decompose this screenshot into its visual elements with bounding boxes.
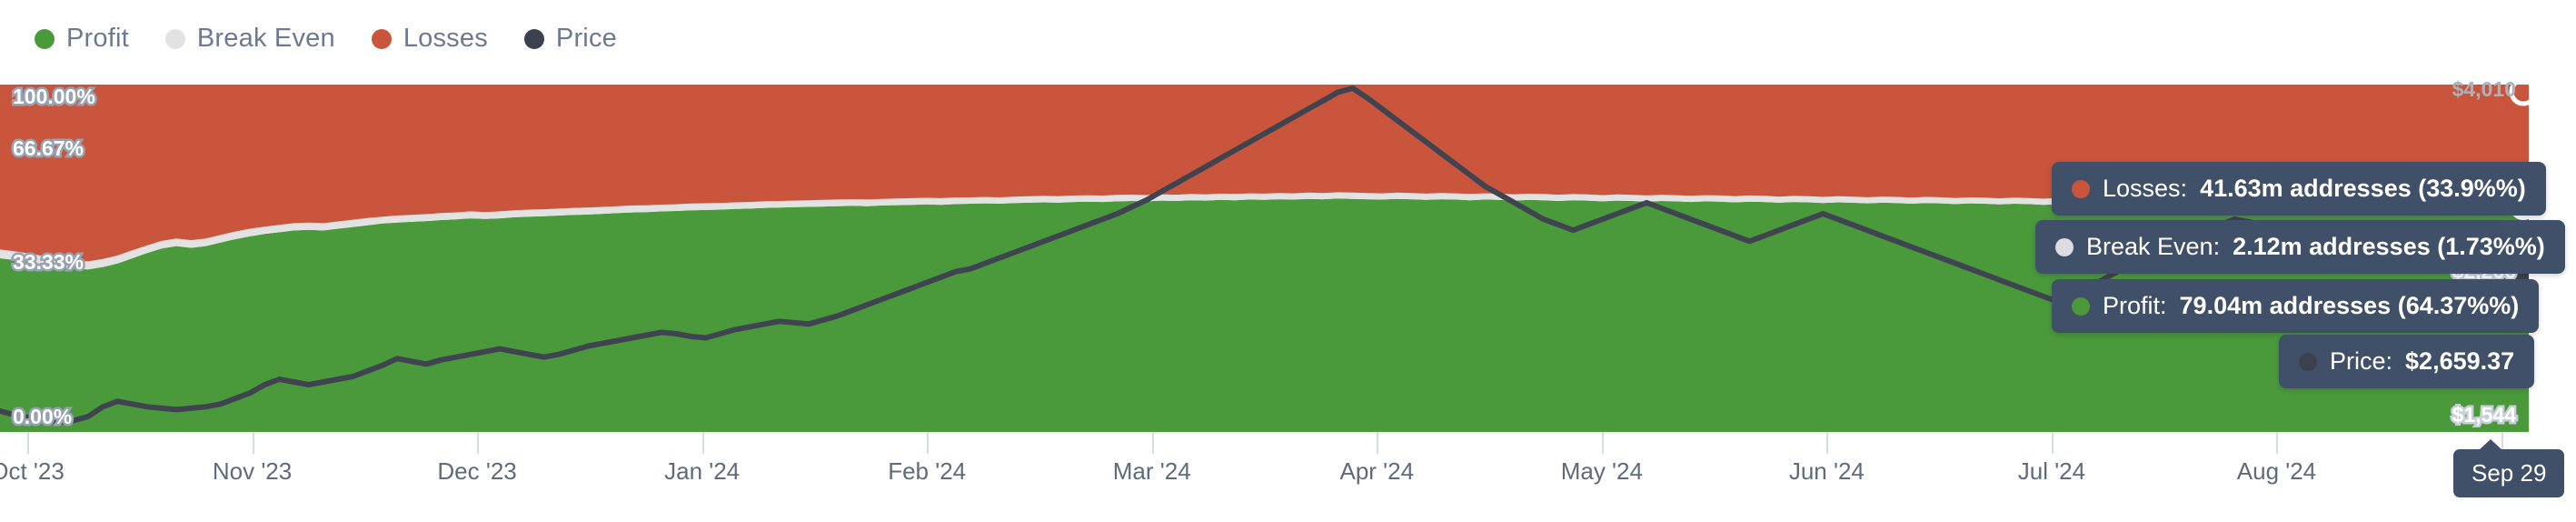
x-axis-tick (252, 432, 254, 454)
chart-legend: Profit Break Even Losses Price (35, 24, 617, 54)
tooltip-price: Price: $2,659.37 (2279, 335, 2535, 388)
x-axis-tick (701, 432, 704, 454)
legend-dot-icon (523, 28, 544, 49)
tooltip-value-break-even: 2.12m addresses (1.73%%) (2233, 233, 2545, 260)
tooltip-dot-icon (2055, 237, 2074, 256)
x-axis-tick (2051, 432, 2054, 454)
tooltip-profit: Profit: 79.04m addresses (64.37%%) (2052, 279, 2540, 333)
tooltip-value-profit: 79.04m addresses (64.37%%) (2179, 292, 2520, 319)
tooltip-label-profit: Profit: (2103, 292, 2167, 319)
x-axis-label: Jul '24 (2017, 457, 2086, 485)
legend-item-price[interactable]: Price (523, 24, 617, 54)
x-axis-label: Nov '23 (212, 457, 293, 485)
x-axis-label: Jan '24 (664, 457, 741, 485)
legend-item-break-even[interactable]: Break Even (164, 24, 335, 54)
tooltip-break-even: Break Even: 2.12m addresses (1.73%%) (2035, 220, 2565, 274)
tooltip-dot-icon (2299, 352, 2317, 371)
tooltip-dot-icon (2072, 296, 2090, 316)
x-axis-label: Aug '24 (2236, 457, 2317, 485)
legend-item-profit[interactable]: Profit (35, 24, 129, 54)
x-axis-tick (27, 432, 29, 454)
legend-label-price: Price (555, 24, 617, 53)
x-axis-tick (477, 432, 480, 454)
legend-dot-icon (371, 28, 392, 49)
x-axis-label: Jun '24 (1788, 457, 1865, 485)
legend-label-break-even: Break Even (196, 24, 335, 53)
tooltip-dot-icon (2072, 179, 2090, 198)
x-axis-tick (2276, 432, 2279, 454)
legend-label-losses: Losses (403, 24, 488, 53)
x-axis-tick (1601, 432, 1604, 454)
tooltip-label-break-even: Break Even: (2086, 233, 2221, 260)
x-axis-label: Dec '23 (437, 457, 517, 485)
y-axis-label-0: 0.00% 0.00% (10, 404, 74, 429)
tooltip-value-losses: 41.63m addresses (33.9%%) (2200, 175, 2526, 202)
x-axis: Oct '23 Nov '23 Dec '23 Jan '24 Feb '24 Mar '… (0, 432, 2541, 522)
x-axis-tick (1377, 432, 1379, 454)
y-axis-label-33: 33.33% 33.33% (10, 249, 85, 275)
tooltip-label-price: Price: (2330, 347, 2393, 375)
tooltip-value-price: $2,659.37 (2405, 347, 2515, 375)
x-axis-tick (1151, 432, 1154, 454)
price-axis-label-4010: $4,010 (2452, 77, 2516, 101)
tooltip-losses: Losses: 41.63m addresses (33.9%%) (2052, 162, 2546, 216)
x-axis-label: Oct '23 (0, 457, 65, 485)
y-axis-label-66: 66.67% 66.67% (10, 136, 85, 161)
date-pill: Sep 29 (2453, 439, 2565, 497)
x-axis-tick (927, 432, 930, 454)
legend-dot-icon (164, 28, 185, 49)
x-axis-label: May '24 (1560, 457, 1643, 485)
chart-widget: Profit Break Even Losses Price 100.00% 10… (0, 0, 2576, 522)
legend-dot-icon (35, 28, 55, 49)
tooltip-label-losses: Losses: (2103, 175, 2188, 202)
x-axis-label: Mar '24 (1112, 457, 1191, 485)
x-axis-label: Feb '24 (888, 457, 967, 485)
x-axis-tick (1826, 432, 1829, 454)
y-axis-label-100: 100.00% 100.00% (11, 84, 98, 109)
legend-label-profit: Profit (66, 24, 129, 53)
x-axis-label: Apr '24 (1339, 457, 1415, 485)
price-axis-label-1544: $1,544 $1,544 (2450, 402, 2518, 427)
legend-item-losses[interactable]: Losses (371, 24, 488, 54)
